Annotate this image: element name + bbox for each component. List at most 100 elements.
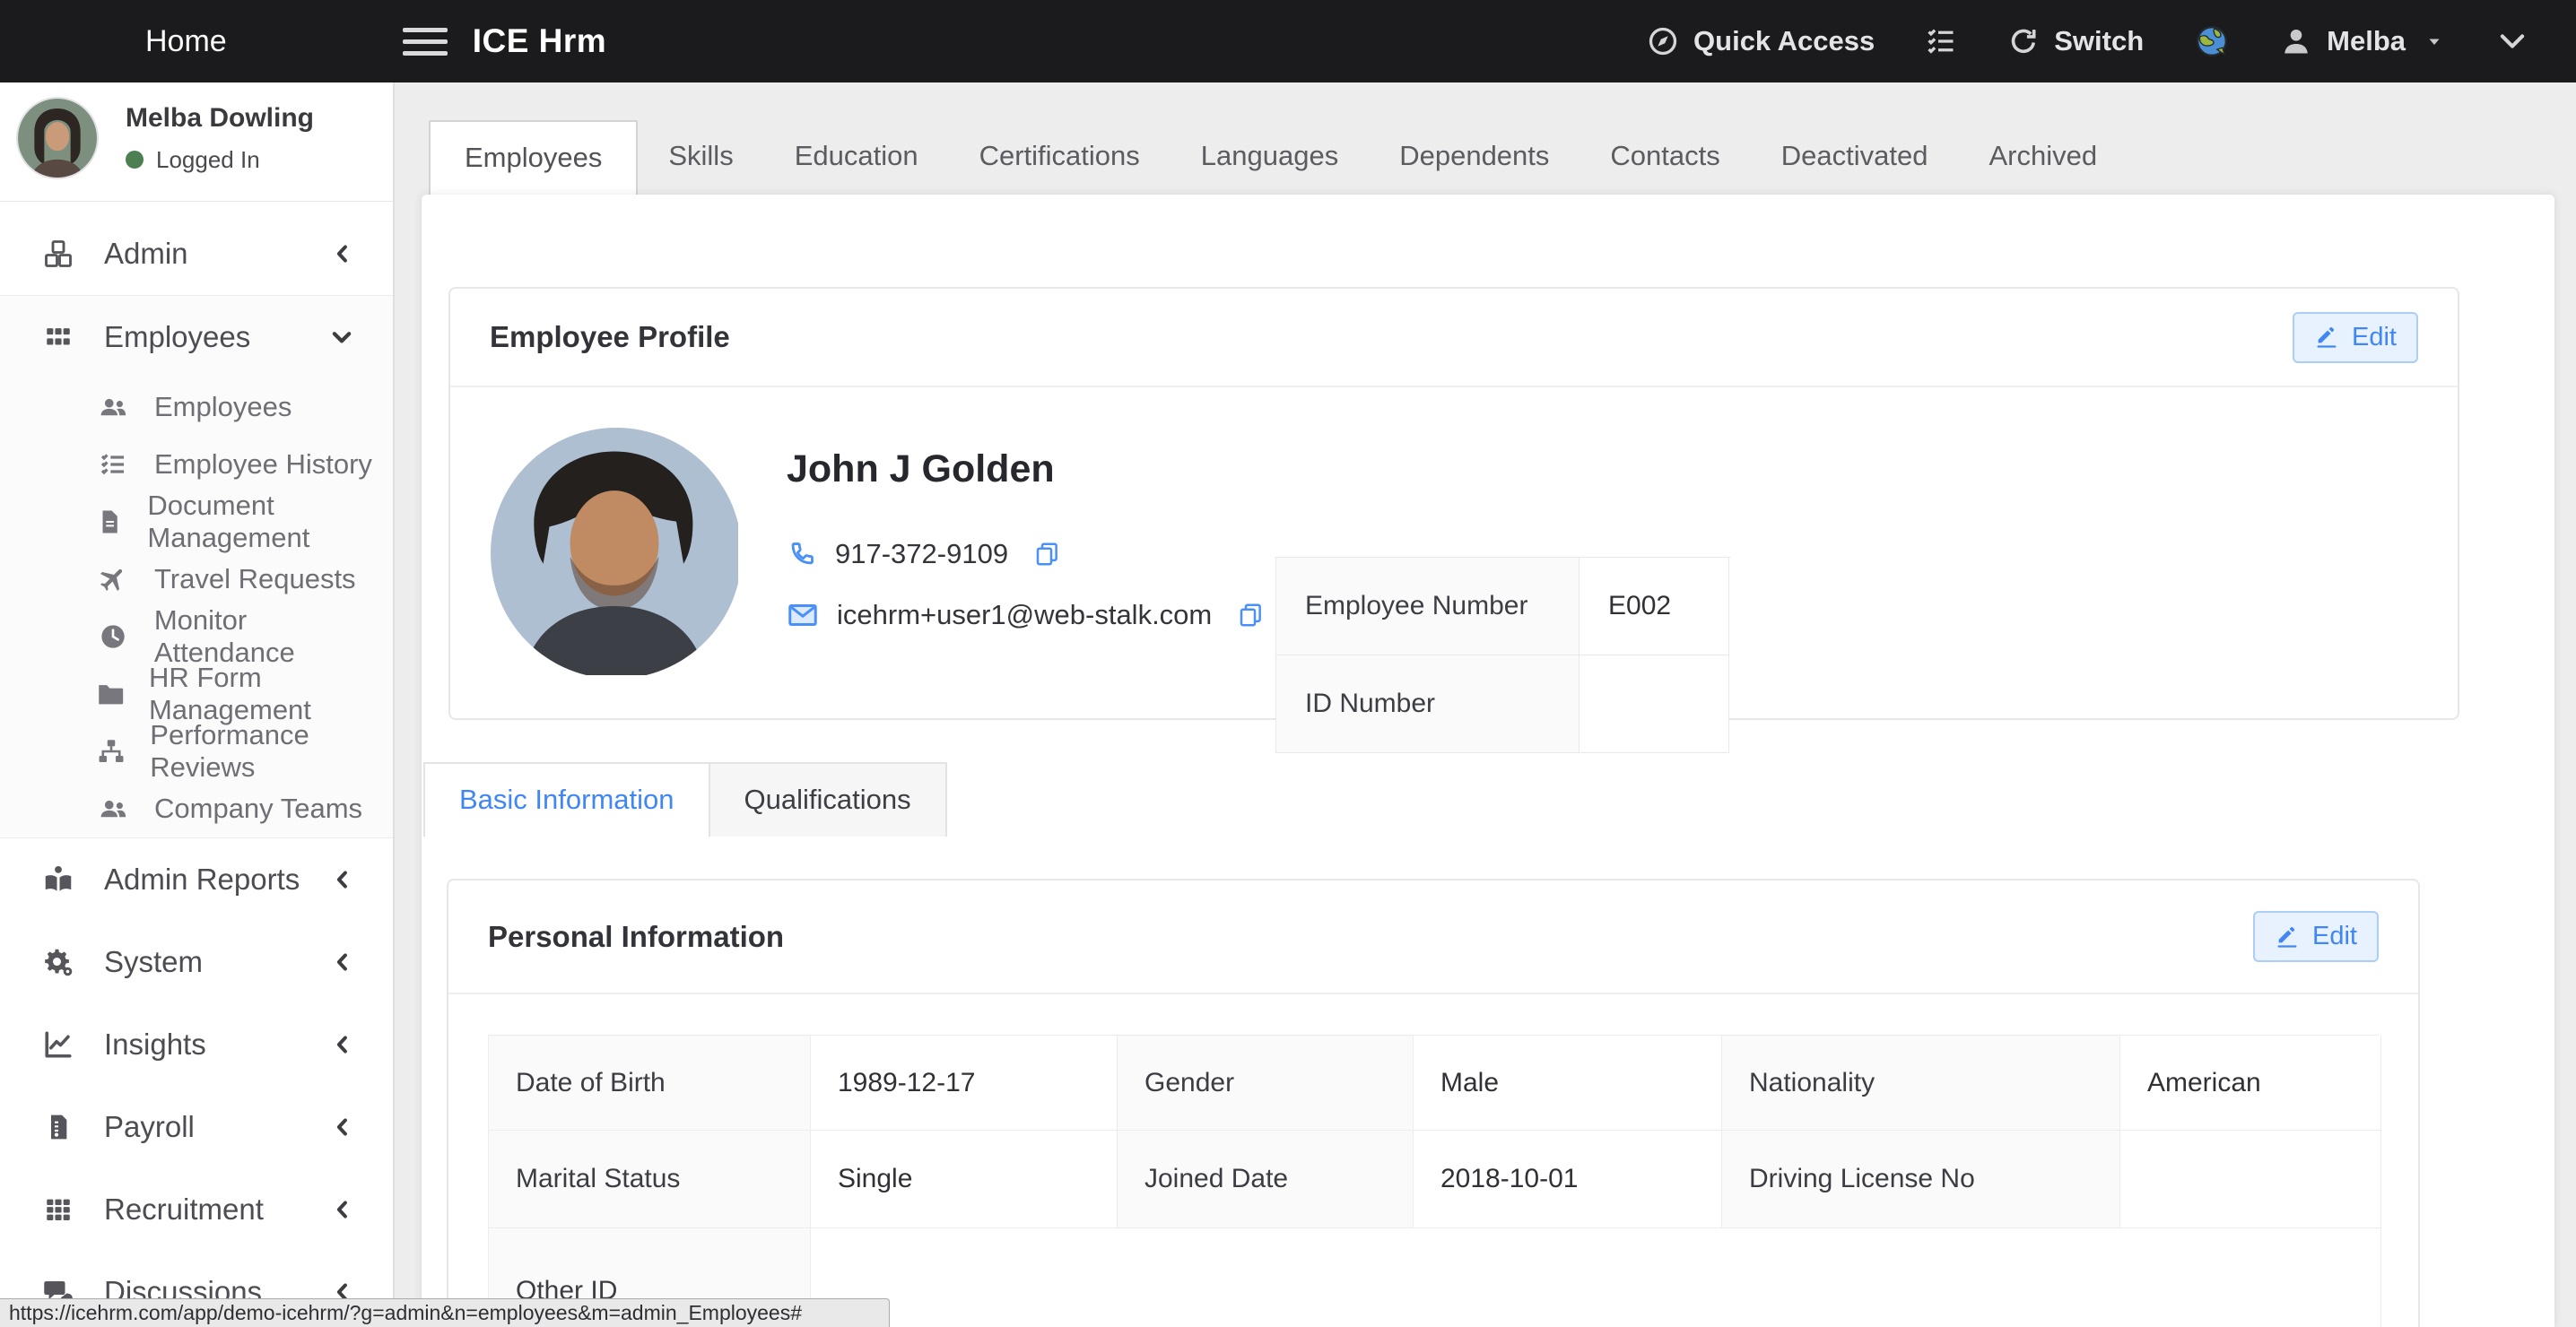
hamburger-menu-icon[interactable] [403, 28, 448, 56]
employee-id-table: Employee Number E002 ID Number [1275, 557, 1730, 753]
file-icon [93, 508, 126, 535]
tab-employees[interactable]: Employees [429, 120, 638, 195]
chart-line-icon [38, 1028, 79, 1061]
main-content: Employees Skills Education Certification… [396, 82, 2576, 1327]
tab-languages[interactable]: Languages [1171, 120, 1369, 195]
switch-rotate-icon [2007, 25, 2040, 57]
employee-name: John J Golden [787, 447, 1264, 491]
sidebar-item-employees[interactable]: Employees [0, 296, 393, 378]
employee-phone: 917-372-9109 [835, 538, 1008, 570]
sidebar-item-payroll[interactable]: Payroll [0, 1086, 393, 1168]
tab-archived[interactable]: Archived [1958, 120, 2128, 195]
sidebar-subitem-employees[interactable]: Employees [0, 378, 393, 436]
sidebar: Melba Dowling Logged In Admin Employees [0, 82, 395, 1327]
tab-dependents[interactable]: Dependents [1369, 120, 1580, 195]
employee-email: icehrm+user1@web-stalk.com [837, 599, 1212, 631]
task-list-icon [1925, 25, 1957, 57]
chevron-down-icon [2495, 24, 2529, 58]
cogs-icon [38, 946, 79, 978]
book-reader-icon [38, 863, 79, 896]
sidebar-item-recruitment[interactable]: Recruitment [0, 1168, 393, 1251]
grid-icon [38, 322, 79, 352]
field-value [811, 1228, 2381, 1327]
caret-down-icon [2424, 30, 2445, 52]
tab-contacts[interactable]: Contacts [1580, 120, 1750, 195]
edit-personal-info-button[interactable]: Edit [2253, 911, 2379, 962]
field-value: E002 [1580, 558, 1729, 655]
status-url: https://icehrm.com/app/demo-icehrm/?g=ad… [9, 1301, 802, 1325]
app-brand: ICE Hrm [473, 22, 606, 60]
users-icon [93, 392, 133, 422]
sidebar-item-insights[interactable]: Insights [0, 1003, 393, 1086]
sidebar-item-admin[interactable]: Admin [0, 212, 393, 295]
tab-certifications[interactable]: Certifications [949, 120, 1171, 195]
profile-subtabs: Basic Information Qualifications [423, 762, 2554, 837]
sidebar-subitem-hr-form-management[interactable]: HR Form Management [0, 665, 393, 723]
tab-skills[interactable]: Skills [638, 120, 763, 195]
sidebar-subitem-company-teams[interactable]: Company Teams [0, 780, 393, 837]
field-label: Date of Birth [489, 1036, 811, 1131]
chevron-down-icon [328, 324, 355, 351]
field-value: 2018-10-01 [1414, 1131, 1722, 1228]
field-label: Gender [1118, 1036, 1414, 1131]
subtab-qualifications[interactable]: Qualifications [710, 762, 947, 837]
user-menu[interactable]: Melba [2280, 25, 2445, 57]
grid-icon [38, 1194, 79, 1225]
sidebar-subitem-monitor-attendance[interactable]: Monitor Attendance [0, 608, 393, 665]
pen-icon [2314, 325, 2339, 350]
sidebar-item-system[interactable]: System [0, 921, 393, 1003]
sidebar-profile: Melba Dowling Logged In [0, 82, 393, 195]
quick-access-button[interactable]: Quick Access [1647, 25, 1875, 57]
divider [0, 201, 393, 202]
collapse-topbar-button[interactable] [2495, 24, 2529, 58]
field-value: American [2120, 1036, 2381, 1131]
field-label: Employee Number [1276, 558, 1580, 655]
cubes-icon [38, 238, 79, 270]
globe-language-icon [2194, 23, 2230, 59]
sidebar-subitem-document-management[interactable]: Document Management [0, 493, 393, 551]
language-globe-button[interactable] [2194, 23, 2230, 59]
copy-phone-icon[interactable] [1033, 541, 1060, 568]
avatar [16, 97, 99, 179]
field-label: Nationality [1722, 1036, 2120, 1131]
sidebar-subitem-performance-reviews[interactable]: Performance Reviews [0, 723, 393, 780]
chevron-left-icon [330, 1032, 355, 1057]
field-value: Single [811, 1131, 1118, 1228]
chevron-left-icon [330, 241, 355, 266]
edit-profile-button[interactable]: Edit [2293, 312, 2418, 363]
topbar: Home ICE Hrm Quick Access Switch Melba [0, 0, 2576, 82]
switch-button[interactable]: Switch [2007, 25, 2144, 57]
content-panel: Employee Profile Edit John J Golden 917-… [422, 195, 2554, 1327]
sidebar-nav: Admin Employees Employees [0, 212, 393, 1327]
tasks-button[interactable] [1925, 25, 1957, 57]
plane-icon [93, 564, 133, 594]
sidebar-subitem-employee-history[interactable]: Employee History [0, 436, 393, 493]
personal-info-table: Date of Birth 1989-12-17 Gender Male Nat… [488, 1035, 2379, 1327]
field-value [1580, 655, 1729, 753]
personal-information-card: Personal Information Edit Date of Birth … [447, 879, 2420, 1327]
online-status-dot [126, 151, 144, 169]
copy-email-icon[interactable] [1237, 602, 1264, 629]
field-value: 1989-12-17 [811, 1036, 1118, 1131]
sitemap-icon [93, 736, 128, 767]
link-preview-statusbar: https://icehrm.com/app/demo-icehrm/?g=ad… [0, 1298, 890, 1327]
list-check-icon [93, 450, 133, 479]
compass-icon [1647, 25, 1679, 57]
users-icon [93, 794, 133, 824]
field-value: Male [1414, 1036, 1722, 1131]
clock-icon [93, 622, 133, 651]
chevron-left-icon [330, 867, 355, 892]
subtab-basic-information[interactable]: Basic Information [423, 762, 710, 837]
module-tabbar: Employees Skills Education Certification… [396, 82, 2576, 195]
sidebar-item-admin-reports[interactable]: Admin Reports [0, 838, 393, 921]
file-invoice-icon [38, 1113, 79, 1141]
tab-deactivated[interactable]: Deactivated [1751, 120, 1959, 195]
sidebar-subitem-travel-requests[interactable]: Travel Requests [0, 551, 393, 608]
field-label: Joined Date [1118, 1131, 1414, 1228]
home-link[interactable]: Home [145, 24, 227, 59]
phone-icon [787, 539, 817, 569]
tab-education[interactable]: Education [764, 120, 949, 195]
pen-icon [2275, 924, 2300, 950]
field-label: ID Number [1276, 655, 1580, 753]
topbar-actions: Quick Access Switch Melba [1647, 23, 2576, 59]
